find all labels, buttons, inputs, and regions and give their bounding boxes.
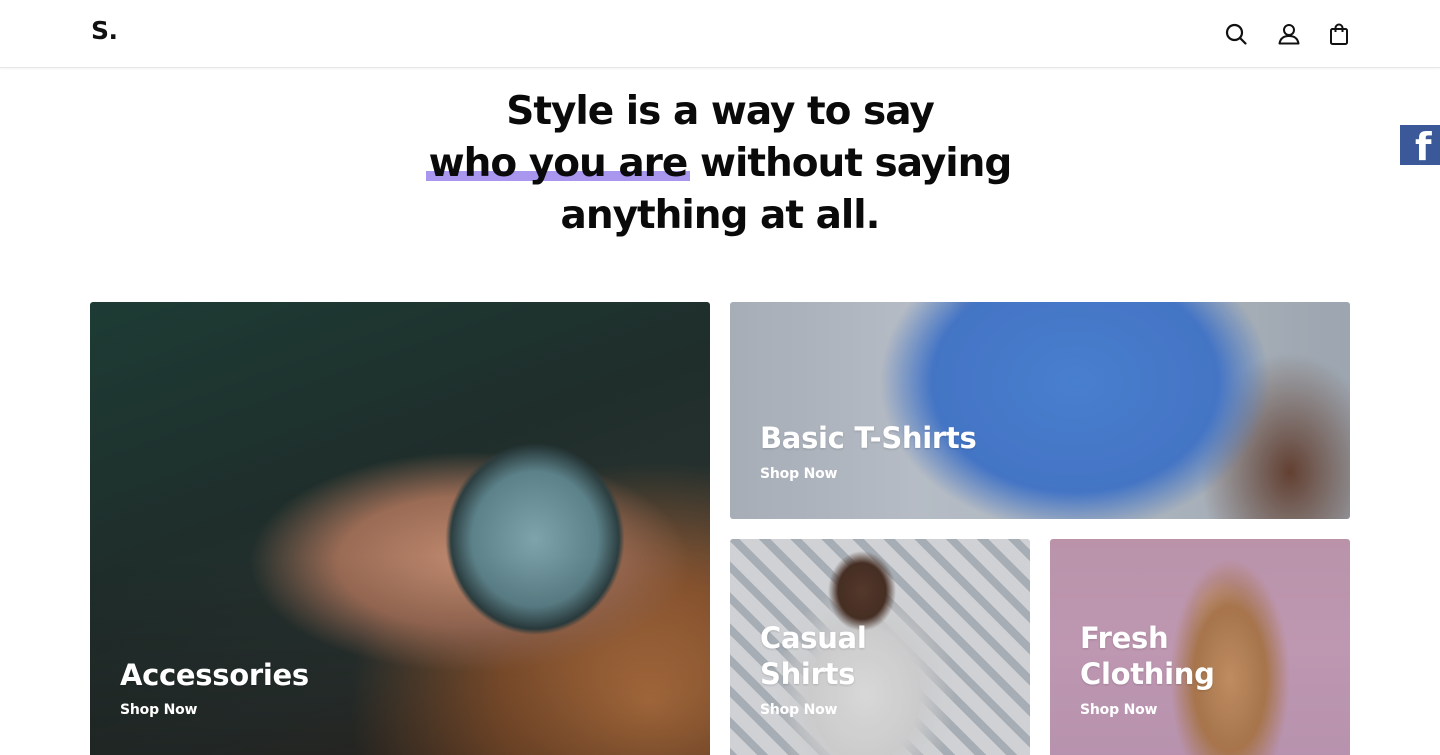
site-logo[interactable]: S. [91, 16, 118, 45]
hero-line-3: anything at all. [560, 193, 881, 238]
user-icon[interactable] [1277, 22, 1301, 46]
category-title: Accessories [120, 658, 309, 692]
category-title: Fresh Clothing [1080, 620, 1215, 692]
site-header: S. [0, 0, 1440, 68]
shop-now-link[interactable]: Shop Now [1080, 701, 1157, 719]
category-tile-basic-t-shirts[interactable]: Basic T-Shirts Shop Now [730, 302, 1350, 519]
category-title-line-2: Clothing [1080, 657, 1215, 691]
shop-now-link[interactable]: Shop Now [760, 701, 837, 719]
category-title: Casual Shirts [760, 620, 867, 692]
category-tile-accessories[interactable]: Accessories Shop Now [90, 302, 710, 755]
hero-line-2: who you are without saying [0, 138, 1440, 190]
tile-overlay [730, 302, 1350, 519]
category-title-line-1: Casual [760, 621, 867, 655]
shop-now-link[interactable]: Shop Now [120, 701, 197, 719]
hero-highlight: who you are [425, 138, 691, 190]
shop-now-link[interactable]: Shop Now [760, 465, 837, 483]
category-tile-casual-shirts[interactable]: Casual Shirts Shop Now [730, 539, 1030, 755]
category-title-line-2: Shirts [760, 657, 856, 691]
category-title-line-1: Fresh [1080, 621, 1169, 655]
search-icon[interactable] [1224, 22, 1248, 46]
category-title: Basic T-Shirts [760, 421, 977, 455]
hero-line-2-rest: without saying [699, 141, 1012, 186]
hero-line-1: Style is a way to say [506, 89, 935, 134]
hero-heading: Style is a way to say who you are withou… [0, 86, 1440, 242]
shopping-bag-icon[interactable] [1327, 22, 1351, 46]
category-tile-fresh-clothing[interactable]: Fresh Clothing Shop Now [1050, 539, 1350, 755]
